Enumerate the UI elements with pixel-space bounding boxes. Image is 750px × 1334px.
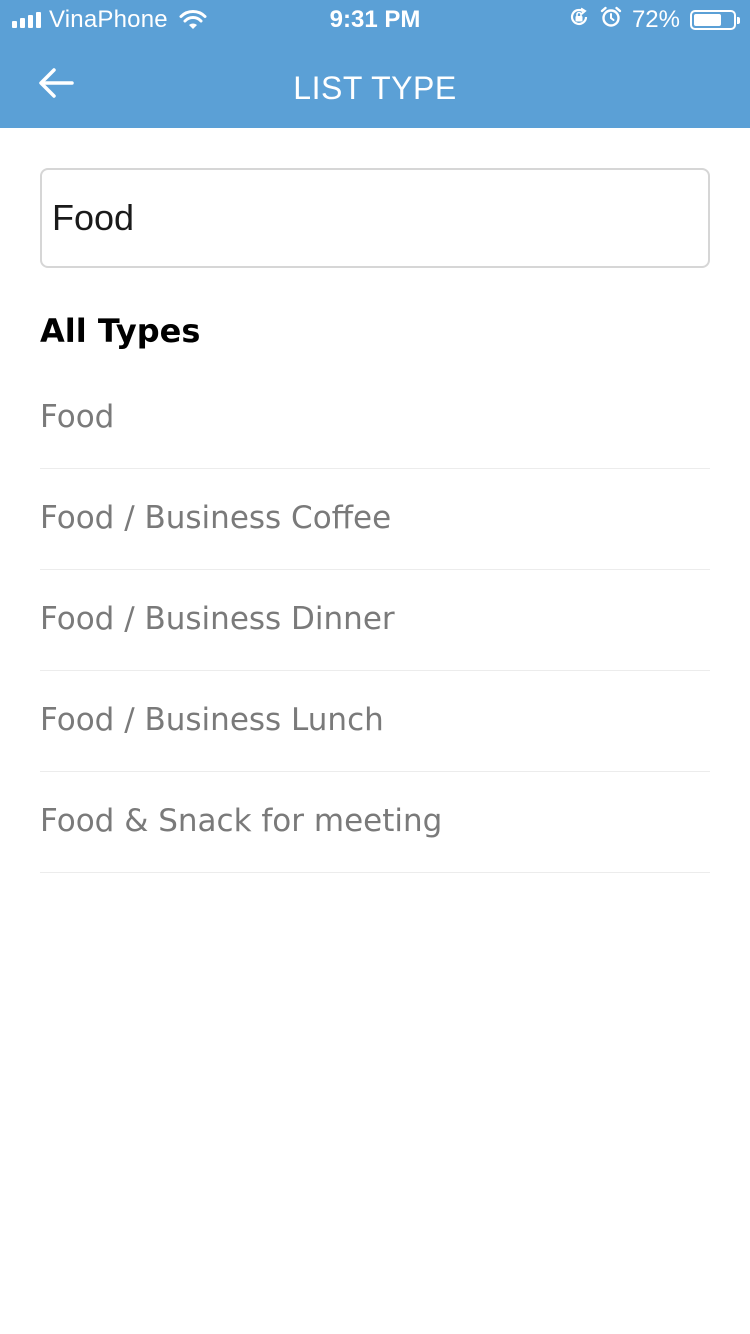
app-header: VinaPhone 9:31 PM 72% LIST TYPE	[0, 0, 750, 128]
type-label: Food & Snack for meeting	[40, 803, 443, 839]
search-input[interactable]	[52, 170, 692, 266]
battery-level	[694, 14, 722, 26]
list-item[interactable]: Food / Business Coffee	[40, 469, 710, 570]
type-label: Food / Business Lunch	[40, 702, 384, 738]
type-list: Food Food / Business Coffee Food / Busines…	[40, 368, 710, 873]
status-right: 72%	[568, 6, 740, 35]
list-item[interactable]: Food / Business Lunch	[40, 671, 710, 772]
list-item[interactable]: Food / Business Dinner	[40, 570, 710, 671]
battery-percent: 72%	[631, 6, 680, 33]
orientation-lock-icon	[568, 6, 590, 35]
alarm-icon	[600, 6, 622, 35]
section-title: All Types	[40, 312, 201, 350]
type-label: Food / Business Coffee	[40, 500, 392, 536]
battery-cap	[737, 17, 740, 24]
page-title: LIST TYPE	[293, 70, 457, 106]
search-box[interactable]	[40, 168, 710, 268]
battery-icon	[690, 10, 740, 30]
status-bar: VinaPhone 9:31 PM 72%	[0, 0, 750, 40]
type-label: Food / Business Dinner	[40, 601, 395, 637]
list-item[interactable]: Food	[40, 368, 710, 469]
list-item[interactable]: Food & Snack for meeting	[40, 772, 710, 873]
type-label: Food	[40, 399, 115, 435]
